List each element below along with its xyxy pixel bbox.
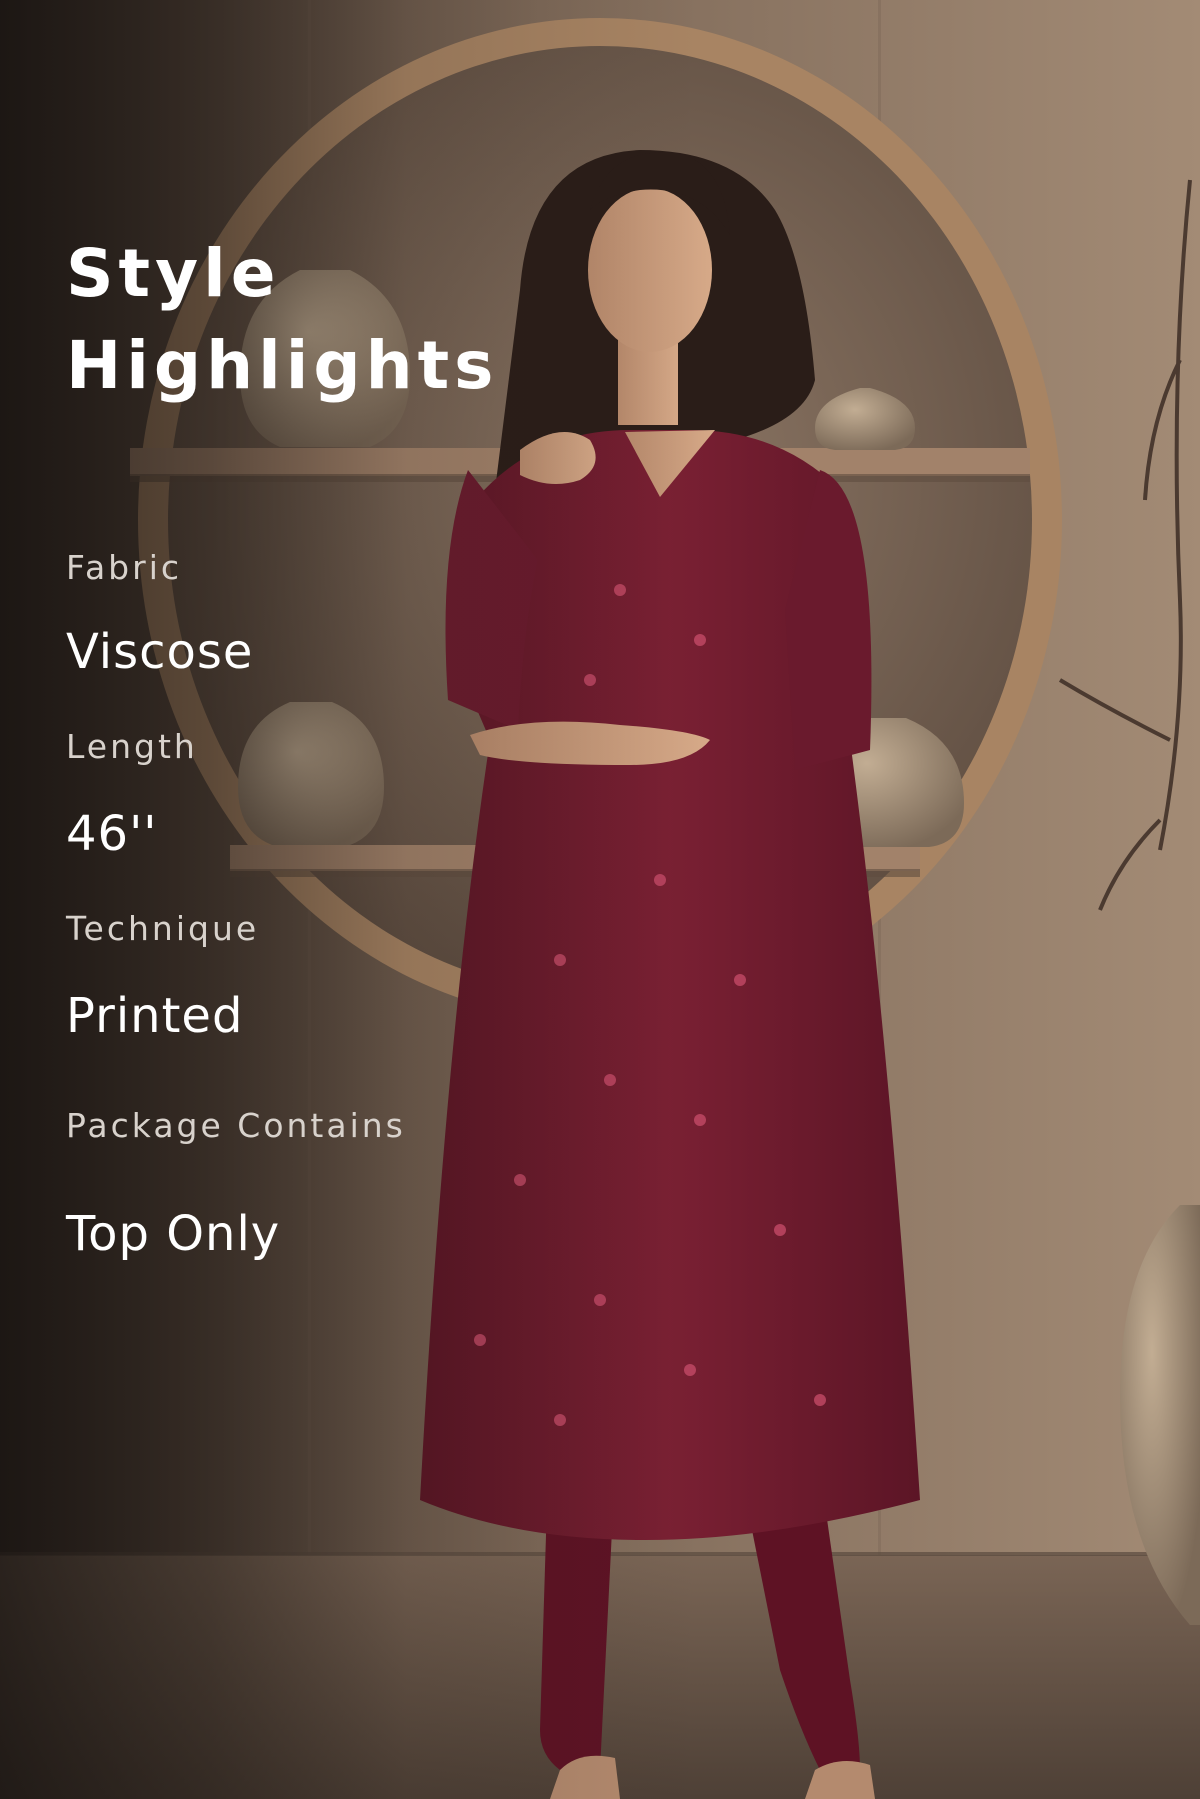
spec-label-length: Length (66, 727, 198, 766)
heading-line-2: Highlights (66, 327, 499, 404)
highlights-heading: Style Highlights (66, 228, 498, 412)
spec-label-package: Package Contains (66, 1106, 406, 1145)
spec-value-length: 46'' (66, 806, 158, 862)
heading-line-1: Style (66, 235, 281, 312)
spec-value-package: Top Only (66, 1206, 281, 1262)
spec-value-technique: Printed (66, 988, 244, 1044)
product-highlight-banner: Style Highlights Fabric Viscose Length 4… (0, 0, 1200, 1799)
spec-value-fabric: Viscose (66, 624, 254, 680)
spec-label-technique: Technique (66, 909, 260, 948)
spec-label-fabric: Fabric (66, 548, 183, 587)
